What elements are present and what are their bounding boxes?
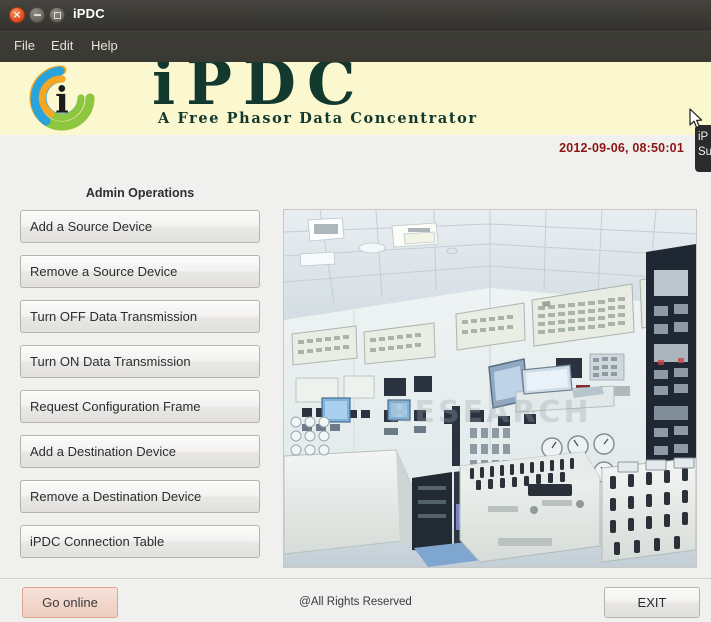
minimize-window-icon[interactable] (29, 7, 45, 23)
page-title: Admin Operations (85, 186, 195, 200)
request-configuration-frame-button[interactable]: Request Configuration Frame (20, 390, 260, 423)
ipdc-application-window: × iPDC File Edit Help i iPDC A Free Phas… (0, 0, 711, 622)
turn-off-data-transmission-button[interactable]: Turn OFF Data Transmission (20, 300, 260, 333)
minimize-icon-glyph (30, 8, 44, 22)
ipdc-swirl-logo-icon: i (6, 64, 118, 132)
menu-item-help[interactable]: Help (85, 36, 124, 55)
window-titlebar: × iPDC (0, 0, 711, 30)
app-banner: i iPDC A Free Phasor Data Concentrator (0, 62, 711, 135)
tooltip-line-1: iP (698, 131, 709, 143)
menu-item-edit[interactable]: Edit (45, 36, 79, 55)
admin-operations-list: Add a Source Device Remove a Source Devi… (20, 210, 260, 570)
window-controls: × (9, 7, 65, 23)
remove-destination-device-button[interactable]: Remove a Destination Device (20, 480, 260, 513)
banner-text-block: iPDC A Free Phasor Data Concentrator (140, 62, 670, 135)
menu-bar: File Edit Help (0, 30, 711, 62)
ipdc-connection-table-button[interactable]: iPDC Connection Table (20, 525, 260, 558)
timestamp-label: 2012-09-06, 08:50:01 (559, 141, 684, 155)
svg-text:i: i (55, 80, 69, 122)
maximize-icon-glyph (50, 8, 64, 22)
turn-on-data-transmission-button[interactable]: Turn ON Data Transmission (20, 345, 260, 378)
exit-button[interactable]: EXIT (604, 587, 700, 618)
close-icon-glyph: × (12, 8, 22, 21)
brand-tagline: A Free Phasor Data Concentrator (158, 110, 478, 127)
add-source-device-button[interactable]: Add a Source Device (20, 210, 260, 243)
svg-text:RESEARCH: RESEARCH (388, 395, 591, 430)
add-destination-device-button[interactable]: Add a Destination Device (20, 435, 260, 468)
truncated-tooltip: iP Su (695, 125, 711, 172)
window-title: iPDC (73, 6, 105, 21)
menu-item-file[interactable]: File (8, 36, 41, 55)
tooltip-line-2: Su (698, 146, 711, 158)
control-room-photo: RESEARCH (283, 209, 697, 568)
brand-title: iPDC (152, 62, 367, 119)
close-window-icon[interactable]: × (9, 7, 25, 23)
remove-source-device-button[interactable]: Remove a Source Device (20, 255, 260, 288)
maximize-window-icon[interactable] (49, 7, 65, 23)
status-row: 2012-09-06, 08:50:01 (0, 135, 711, 167)
